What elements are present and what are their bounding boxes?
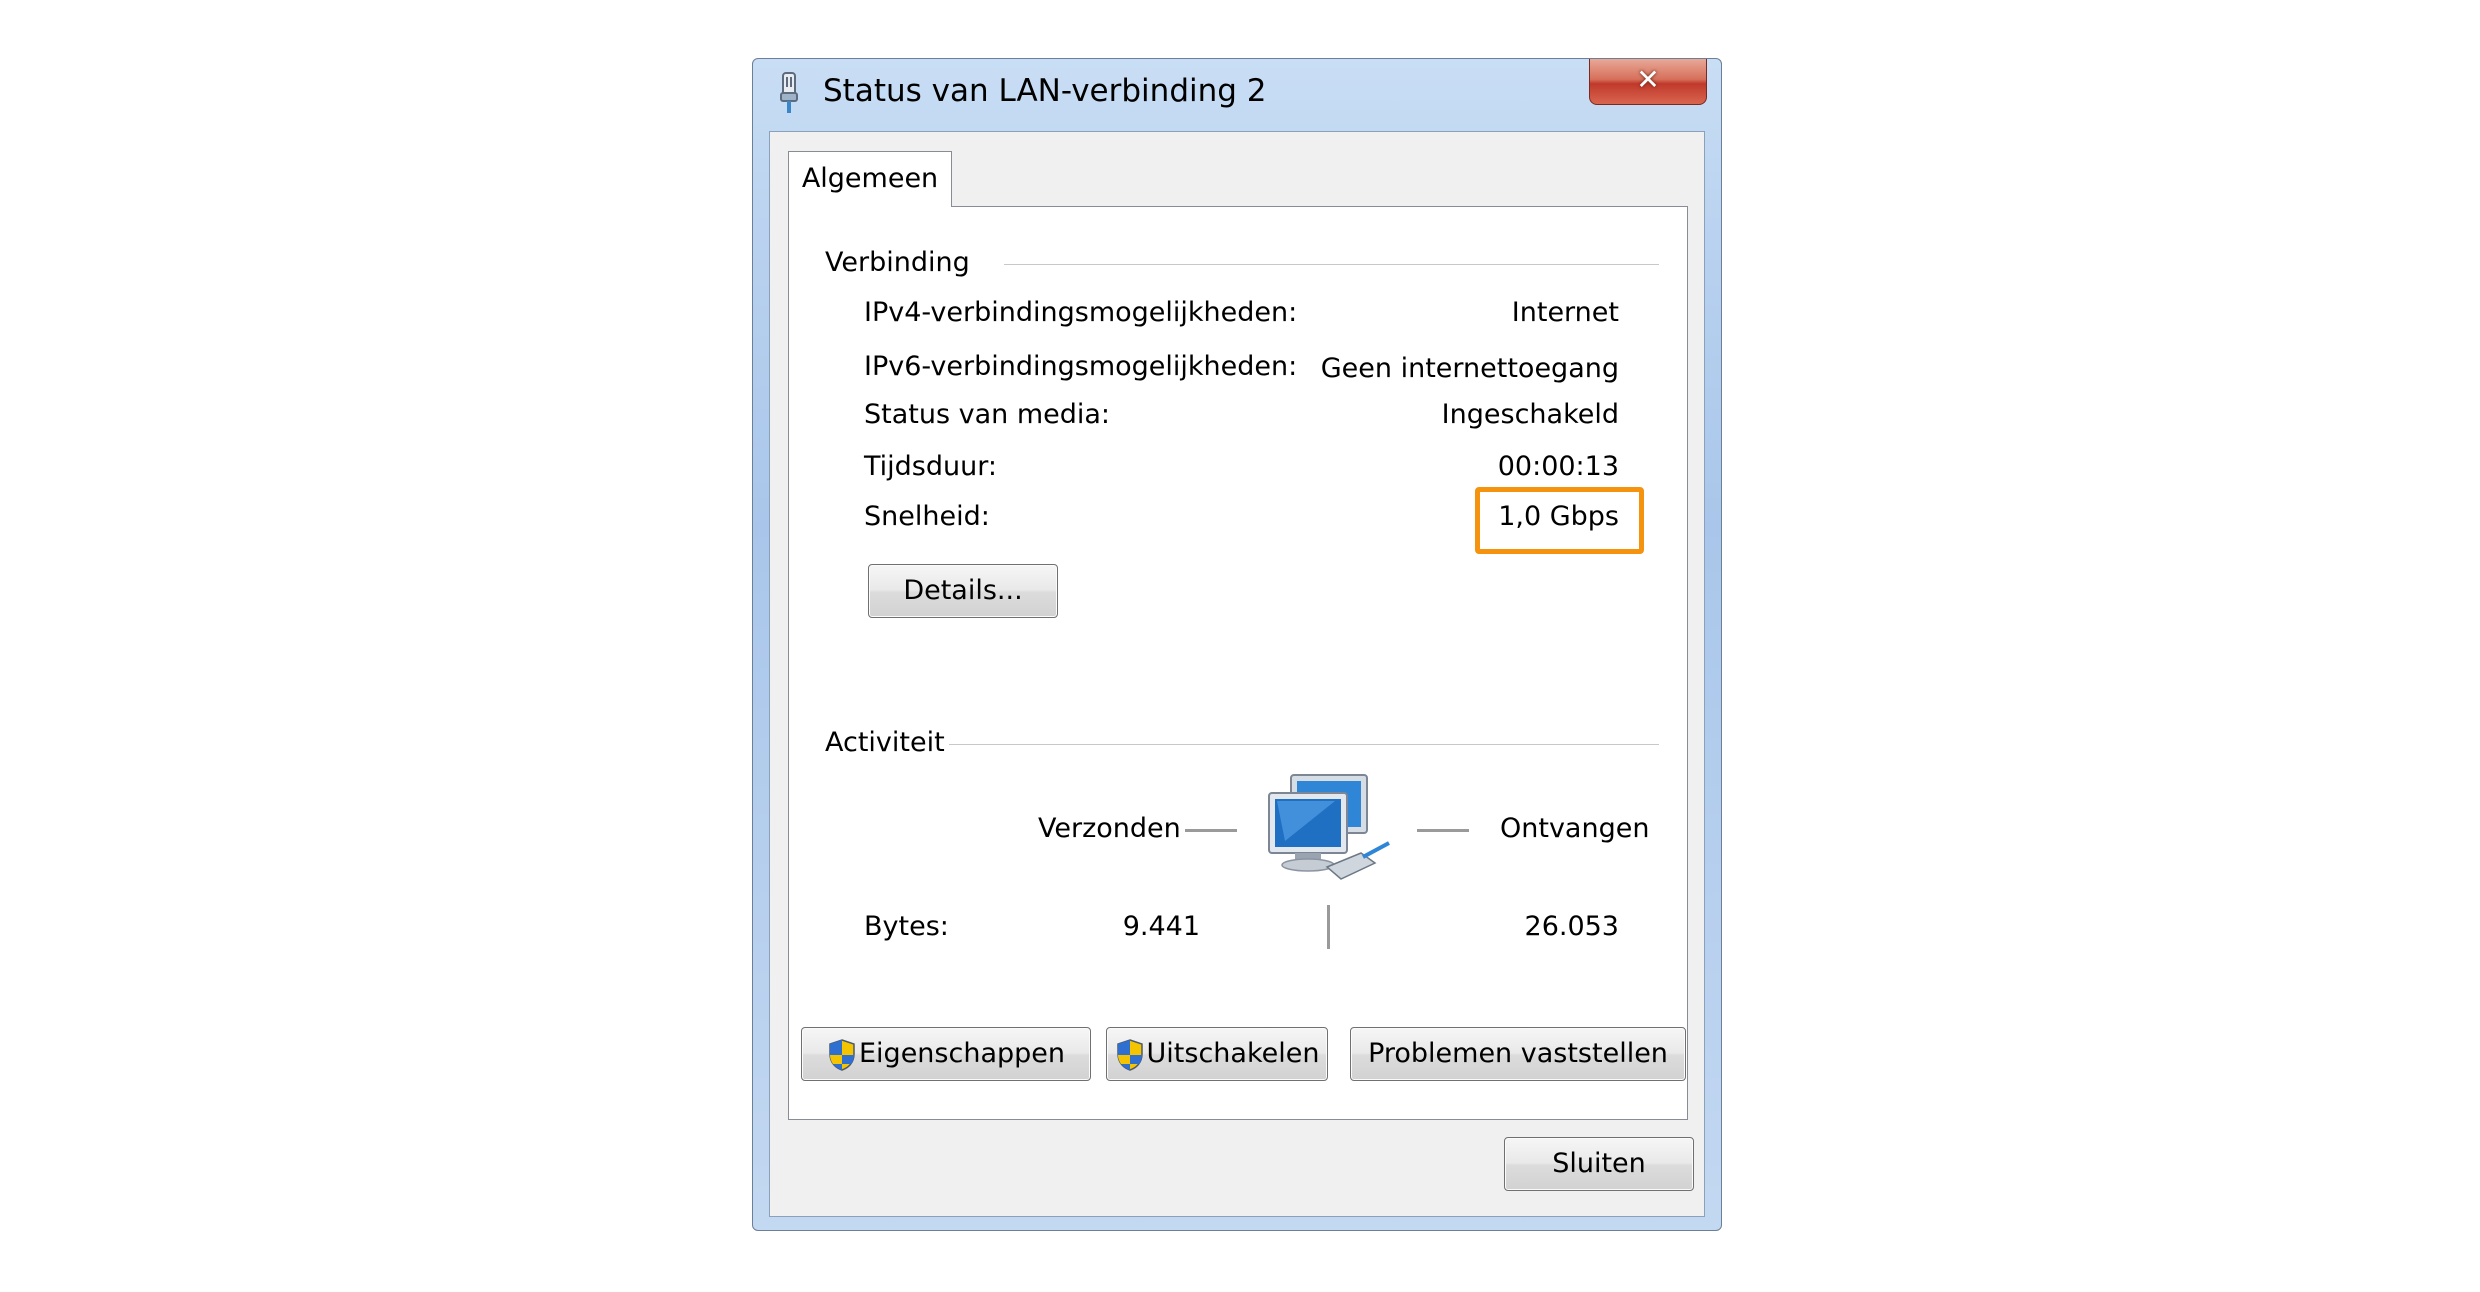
- speed-highlight-box: [1475, 487, 1644, 554]
- speed-label: Snelheid:: [864, 501, 990, 532]
- tab-algemeen[interactable]: Algemeen: [788, 151, 952, 207]
- connection-group-title: Verbinding: [825, 247, 976, 278]
- network-computers-icon: [1268, 774, 1390, 880]
- network-adapter-icon: [780, 72, 798, 113]
- close-window-button[interactable]: ✕: [1589, 59, 1707, 105]
- activity-group-divider: [939, 744, 1659, 746]
- diagnose-button[interactable]: Problemen vaststellen: [1350, 1027, 1686, 1081]
- received-label: Ontvangen: [1500, 813, 1650, 844]
- connection-group-divider: [1004, 264, 1659, 266]
- ipv6-value: Geen internettoegang: [1320, 353, 1619, 384]
- details-button[interactable]: Details...: [868, 564, 1058, 618]
- media-status-value: Ingeschakeld: [1441, 399, 1619, 430]
- duration-value: 00:00:13: [1497, 451, 1619, 482]
- ipv6-label: IPv6-verbindingsmogelijkheden:: [864, 351, 1298, 382]
- uac-shield-icon: [829, 1038, 855, 1071]
- window-title: Status van LAN-verbinding 2: [823, 73, 1267, 109]
- bytes-received-value: 26.053: [1524, 911, 1619, 942]
- disable-button[interactable]: Uitschakelen: [1106, 1027, 1328, 1081]
- tab-panel-algemeen: Verbinding IPv4-verbindingsmogelijkheden…: [788, 206, 1688, 1120]
- uac-shield-icon: [1116, 1038, 1143, 1071]
- sent-connector-line: [1185, 829, 1237, 832]
- title-bar[interactable]: Status van LAN-verbinding 2 ✕: [753, 59, 1721, 129]
- ipv4-value: Internet: [1511, 297, 1619, 328]
- disable-button-label: Uitschakelen: [1146, 1038, 1320, 1069]
- bytes-sent-value: 9.441: [1122, 911, 1200, 942]
- media-status-label: Status van media:: [864, 399, 1111, 430]
- received-connector-line: [1417, 829, 1469, 832]
- close-button[interactable]: Sluiten: [1504, 1137, 1694, 1191]
- ipv4-label: IPv4-verbindingsmogelijkheden:: [864, 297, 1298, 328]
- activity-group-title: Activiteit: [825, 727, 949, 758]
- duration-label: Tijdsduur:: [864, 451, 997, 482]
- sent-label: Verzonden: [1038, 813, 1181, 844]
- properties-button-label: Eigenschappen: [859, 1038, 1065, 1069]
- bytes-divider: [1327, 905, 1330, 949]
- status-dialog: Status van LAN-verbinding 2 ✕ Algemeen V…: [752, 58, 1722, 1231]
- dialog-client-area: Algemeen Verbinding IPv4-verbindingsmoge…: [769, 131, 1705, 1217]
- bytes-label: Bytes:: [864, 911, 949, 942]
- properties-button[interactable]: Eigenschappen: [801, 1027, 1091, 1081]
